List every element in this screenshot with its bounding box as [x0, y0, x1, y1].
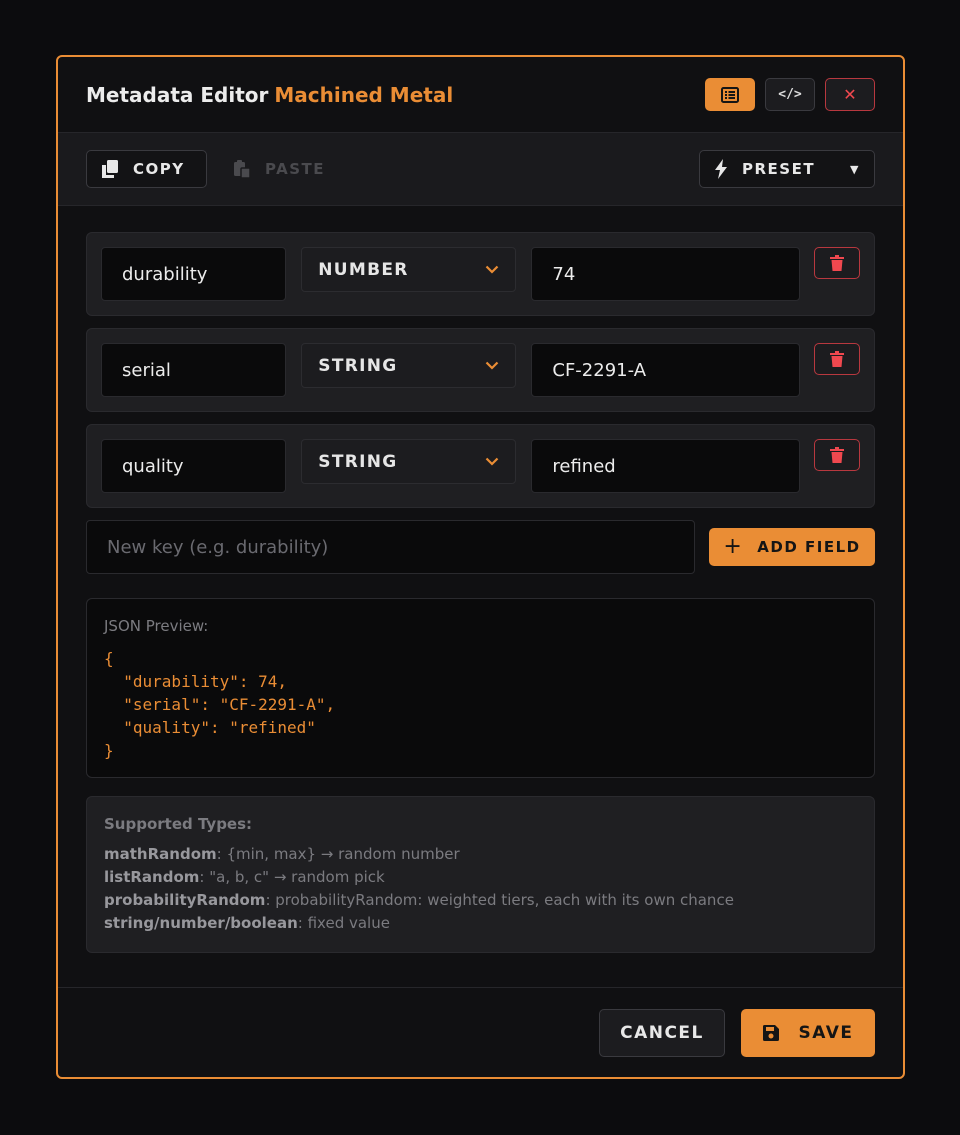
field-value-input[interactable]: 74 [531, 247, 801, 301]
field-value-input[interactable]: refined [531, 439, 801, 493]
supported-types-title: Supported Types: [104, 815, 253, 833]
add-field-row: + ADD FIELD [86, 520, 875, 574]
field-type-select[interactable]: NUMBER [301, 247, 517, 292]
chevron-down-icon [485, 263, 499, 277]
new-key-input[interactable] [86, 520, 695, 574]
copy-label: COPY [133, 160, 185, 178]
close-button[interactable]: ✕ [825, 78, 875, 111]
code-icon: </> [778, 87, 802, 102]
supported-types-panel: Supported Types: mathRandom: {min, max} … [86, 796, 875, 953]
modal-footer: CANCEL SAVE [58, 987, 903, 1077]
type-desc: : fixed value [297, 914, 390, 932]
field-row-durability: durability NUMBER 74 [86, 232, 875, 316]
field-value-input[interactable]: CF-2291-A [531, 343, 801, 397]
type-line: probabilityRandom: probabilityRandom: we… [104, 889, 857, 912]
save-label: SAVE [798, 1022, 854, 1043]
field-type-select[interactable]: STRING [301, 343, 517, 388]
bolt-icon [715, 159, 727, 179]
add-field-label: ADD FIELD [757, 538, 861, 556]
type-desc: : probabilityRandom: weighted tiers, eac… [265, 891, 734, 909]
list-icon [721, 86, 739, 103]
field-type-value: STRING [318, 451, 398, 472]
paste-label: PASTE [265, 160, 326, 178]
field-type-select[interactable]: STRING [301, 439, 517, 484]
modal-title: Metadata Editor Machined Metal [86, 83, 453, 107]
copy-button[interactable]: COPY [86, 150, 207, 188]
list-view-button[interactable] [705, 78, 755, 111]
field-type-value: NUMBER [318, 259, 409, 280]
field-key-input[interactable]: serial [101, 343, 287, 397]
type-desc: : {min, max} → random number [216, 845, 460, 863]
toolbar: COPY PASTE PRESET ▼ [58, 133, 903, 206]
copy-icon [102, 160, 118, 178]
save-icon [763, 1024, 780, 1041]
preset-label: PRESET [742, 160, 816, 178]
json-preview-label: JSON Preview: [104, 617, 209, 635]
trash-icon [830, 255, 845, 271]
delete-field-button[interactable] [814, 343, 861, 375]
metadata-editor-modal: Metadata Editor Machined Metal </> ✕ COP… [56, 55, 905, 1079]
field-key-input[interactable]: quality [101, 439, 287, 493]
json-preview: JSON Preview: { "durability": 74, "seria… [86, 598, 875, 778]
trash-icon [830, 351, 845, 367]
code-view-button[interactable]: </> [765, 78, 815, 111]
save-button[interactable]: SAVE [741, 1008, 875, 1057]
json-preview-code: { "durability": 74, "serial": "CF-2291-A… [104, 649, 336, 760]
modal-header: Metadata Editor Machined Metal </> ✕ [58, 57, 903, 133]
field-key-input[interactable]: durability [101, 247, 287, 301]
type-name: listRandom [104, 868, 200, 886]
type-desc: : "a, b, c" → random pick [199, 868, 385, 886]
field-type-value: STRING [318, 355, 398, 376]
close-icon: ✕ [843, 85, 857, 104]
type-name: probabilityRandom [104, 891, 266, 909]
type-line: string/number/boolean: fixed value [104, 912, 857, 935]
chevron-down-icon [485, 455, 499, 469]
field-row-quality: quality STRING refined [86, 424, 875, 508]
chevron-down-icon [485, 359, 499, 373]
plus-icon: + [723, 534, 744, 559]
type-name: string/number/boolean [104, 914, 298, 932]
trash-icon [830, 447, 845, 463]
type-line: listRandom: "a, b, c" → random pick [104, 866, 857, 889]
delete-field-button[interactable] [814, 247, 861, 279]
caret-down-icon: ▼ [850, 162, 860, 176]
preset-dropdown[interactable]: PRESET ▼ [699, 150, 875, 188]
type-line: mathRandom: {min, max} → random number [104, 843, 857, 866]
title-item-name: Machined Metal [274, 82, 454, 107]
modal-content: durability NUMBER 74 serial STRING CF-22… [58, 206, 903, 953]
cancel-button[interactable]: CANCEL [599, 1008, 725, 1057]
delete-field-button[interactable] [814, 439, 861, 471]
title-text: Metadata Editor [86, 82, 269, 107]
add-field-button[interactable]: + ADD FIELD [709, 528, 875, 566]
header-actions: </> ✕ [705, 78, 875, 111]
paste-button[interactable]: PASTE [219, 150, 339, 188]
type-name: mathRandom [104, 845, 217, 863]
field-row-serial: serial STRING CF-2291-A [86, 328, 875, 412]
paste-icon [234, 160, 251, 179]
